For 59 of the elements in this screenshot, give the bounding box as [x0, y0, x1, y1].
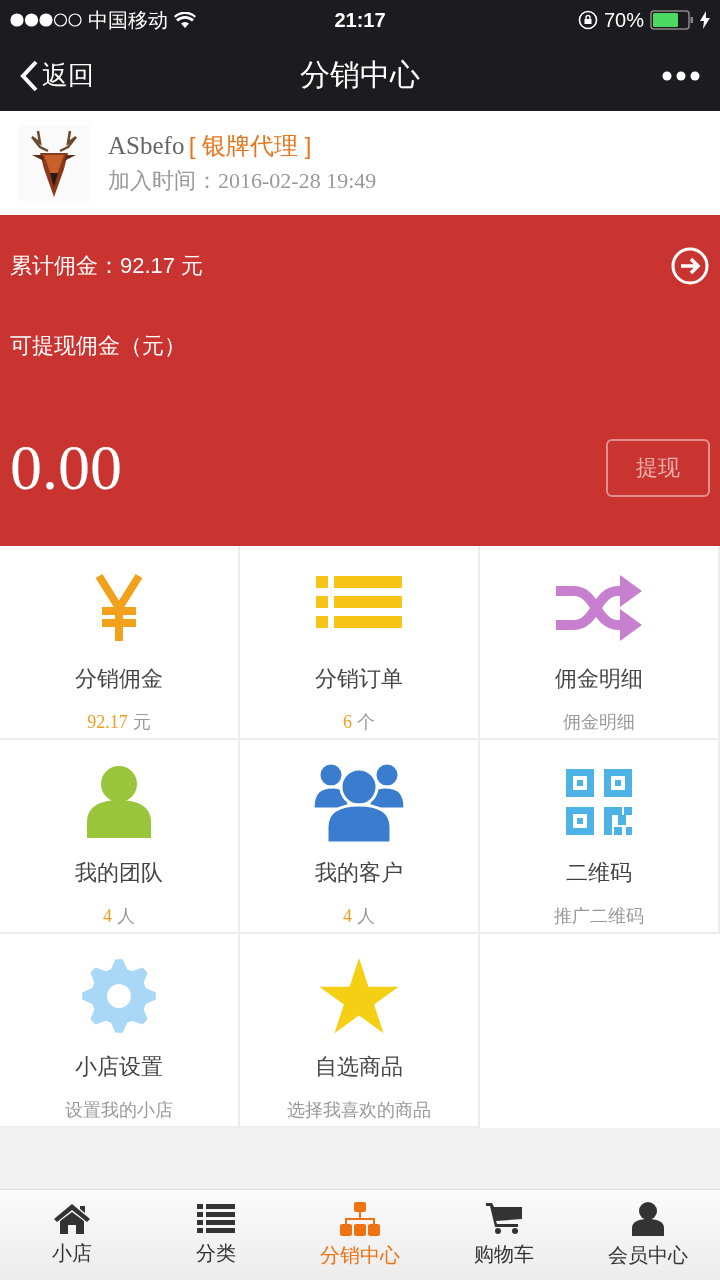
tile-subtitle: 佣金明细 — [563, 711, 635, 734]
arrow-circle-icon[interactable] — [670, 246, 710, 286]
tile-title: 分销订单 — [315, 665, 403, 693]
total-commission: 累计佣金：92.17 元 — [10, 252, 204, 280]
tile-subtitle: 推广二维码 — [554, 905, 644, 928]
join-date: 2016-02-28 19:49 — [218, 168, 377, 193]
tile-title: 我的团队 — [75, 859, 163, 887]
home-icon — [54, 1203, 90, 1234]
member-level: [ 银牌代理 ] — [188, 132, 312, 159]
menu-tile[interactable]: 我的团队 4 人 — [0, 740, 240, 934]
sitemap-icon — [340, 1201, 380, 1236]
menu-tile[interactable]: 佣金明细 佣金明细 — [480, 546, 720, 740]
yen-icon — [94, 573, 144, 643]
battery-percent: 70% — [603, 8, 644, 32]
tile-title: 分销佣金 — [75, 665, 163, 693]
clock-time: 21:17 — [334, 8, 386, 32]
tile-title: 我的客户 — [315, 859, 403, 887]
qr-code-icon — [566, 769, 632, 835]
tile-title: 自选商品 — [315, 1053, 403, 1081]
page-title: 分销中心 — [300, 57, 420, 93]
tile-subtitle: 选择我喜欢的商品 — [287, 1099, 431, 1122]
menu-tile[interactable]: 自选商品 选择我喜欢的商品 — [240, 934, 480, 1128]
tile-title: 二维码 — [566, 859, 632, 887]
signal-icon — [10, 13, 82, 27]
carrier-name: 中国移动 — [88, 7, 168, 33]
menu-tile[interactable]: 分销佣金 92.17 元 — [0, 546, 240, 740]
join-label: 加入时间： — [108, 168, 218, 193]
tile-subtitle: 设置我的小店 — [65, 1099, 173, 1122]
menu-tile[interactable]: 小店设置 设置我的小店 — [0, 934, 240, 1128]
charging-icon — [700, 11, 710, 29]
menu-tile[interactable]: 我的客户 4 人 — [240, 740, 480, 934]
menu-tile[interactable]: 分销订单 6 个 — [240, 546, 480, 740]
tile-count: 92.17 元 — [87, 711, 151, 734]
user-name: ASbefo — [108, 132, 185, 159]
group-icon — [313, 761, 405, 843]
user-icon — [632, 1201, 664, 1236]
chevron-left-icon — [20, 59, 38, 92]
tile-title: 佣金明细 — [555, 665, 643, 693]
withdrawable-amount: 0.00 — [10, 431, 122, 505]
tab-item[interactable]: 小店 — [0, 1190, 144, 1280]
cart-icon — [486, 1202, 522, 1235]
person-icon — [85, 766, 153, 838]
withdrawable-label: 可提现佣金（元） — [10, 332, 187, 360]
tile-count: 4 人 — [343, 905, 375, 928]
star-icon — [319, 958, 399, 1034]
more-icon[interactable] — [662, 70, 700, 81]
list-icon — [197, 1203, 235, 1234]
back-button[interactable]: 返回 — [20, 58, 300, 93]
tab-item[interactable]: 会员中心 — [576, 1190, 720, 1280]
gear-icon — [82, 959, 156, 1033]
tile-title: 小店设置 — [75, 1053, 163, 1081]
wifi-icon — [174, 12, 196, 28]
battery-icon — [650, 10, 694, 30]
tab-item[interactable]: 购物车 — [432, 1190, 576, 1280]
menu-tile[interactable]: 二维码 推广二维码 — [480, 740, 720, 934]
tab-item[interactable]: 分类 — [144, 1190, 288, 1280]
tile-count: 6 个 — [343, 711, 375, 734]
tile-count: 4 人 — [103, 905, 135, 928]
rotation-lock-icon — [577, 10, 598, 30]
